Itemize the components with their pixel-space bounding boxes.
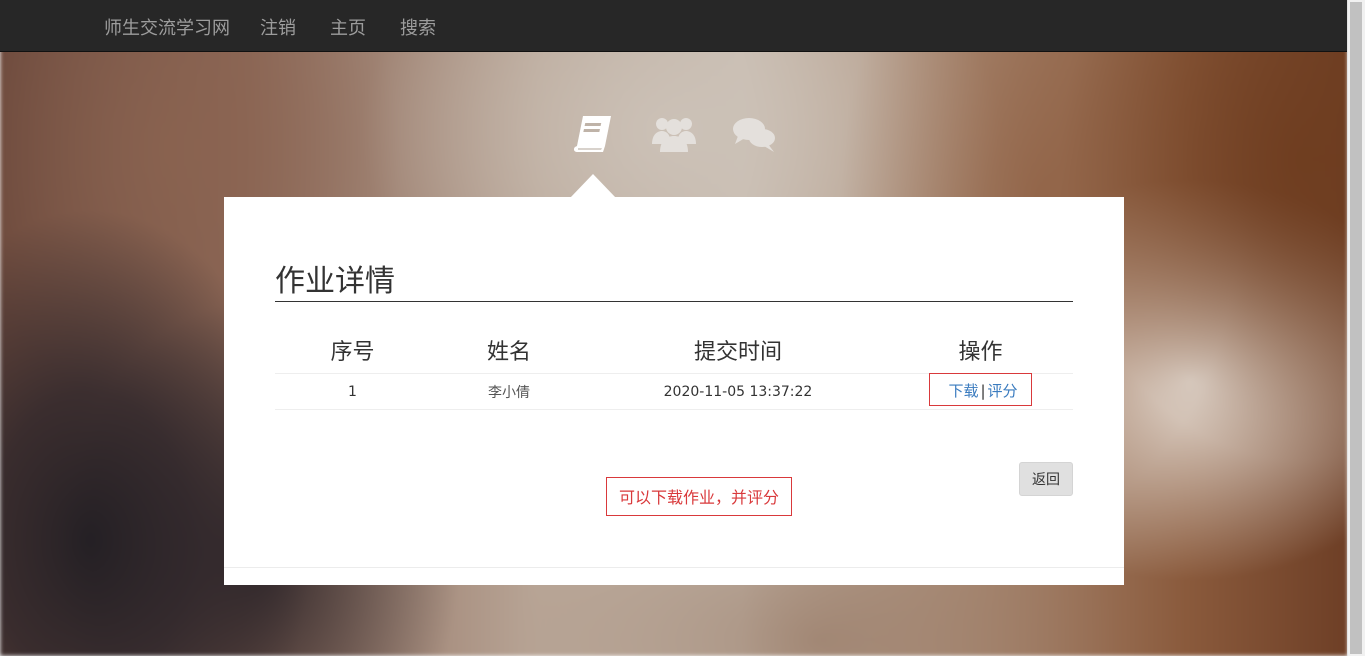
col-name-header: 姓名	[430, 327, 588, 374]
cell-index: 1	[275, 373, 430, 410]
action-separator: |	[980, 382, 986, 400]
table-header-row: 序号 姓名 提交时间 操作	[275, 327, 1073, 374]
users-icon[interactable]	[650, 110, 698, 158]
panel-footer-divider	[224, 567, 1124, 568]
col-time-header: 提交时间	[588, 327, 888, 374]
cell-name: 李小倩	[430, 373, 588, 410]
vertical-scrollbar[interactable]	[1347, 0, 1365, 656]
comments-icon[interactable]	[730, 110, 778, 158]
page-title: 作业详情	[275, 263, 1073, 302]
nav-search[interactable]: 搜索	[400, 14, 436, 40]
homework-detail-panel: 作业详情 序号 姓名 提交时间 操作 1 李小倩 2020-11-05 13:3…	[224, 197, 1124, 585]
grade-link[interactable]: 评分	[988, 382, 1018, 400]
download-link[interactable]: 下载	[948, 382, 978, 400]
col-index-header: 序号	[275, 327, 430, 374]
book-icon[interactable]	[569, 110, 617, 158]
cell-actions: 下载 | 评分	[888, 373, 1073, 410]
col-actions-header: 操作	[888, 327, 1073, 374]
cell-submit-time: 2020-11-05 13:37:22	[588, 373, 888, 410]
actions-highlight: 下载 | 评分	[929, 373, 1032, 406]
scrollbar-thumb[interactable]	[1350, 2, 1362, 654]
nav-home[interactable]: 主页	[330, 14, 366, 40]
table-row: 1 李小倩 2020-11-05 13:37:22 下载 | 评分	[275, 373, 1073, 410]
hint-annotation: 可以下载作业，并评分	[606, 477, 792, 516]
brand-link[interactable]: 师生交流学习网	[104, 14, 230, 40]
active-tab-pointer	[570, 174, 616, 198]
navbar: 师生交流学习网 注销 主页 搜索	[0, 0, 1348, 52]
nav-logout[interactable]: 注销	[260, 14, 296, 40]
page: 师生交流学习网 注销 主页 搜索 作业详情 序号 姓名 提交时间 操作 1 李小…	[0, 0, 1365, 656]
back-button[interactable]: 返回	[1019, 462, 1073, 496]
homework-table: 序号 姓名 提交时间 操作 1 李小倩 2020-11-05 13:37:22 …	[275, 327, 1073, 410]
